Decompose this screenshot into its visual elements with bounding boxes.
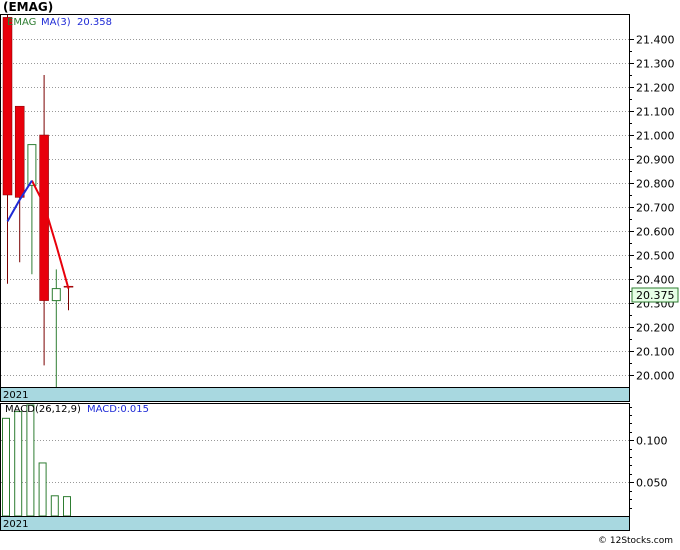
price-tick-label: 21.100 [636,106,675,119]
candle-body [2,17,13,196]
candle-body [27,144,37,186]
macd-bar [26,404,35,517]
macd-axis: 0.100 0.050 [629,407,668,509]
price-tick-label: 21.200 [636,82,675,95]
macd-panel-frame [0,403,630,531]
macd-date-label: 2021 [3,519,28,530]
price-date-label: 2021 [3,390,28,401]
last-price-label: 20.375 [636,289,675,302]
credit: © 12Stocks.com [598,536,673,546]
chart-title: (EMAG) [3,0,53,14]
price-tick-label: 20.900 [636,154,675,167]
macd-legend-value: MACD:0.015 [87,404,149,415]
price-tick-label: 20.000 [636,370,675,383]
price-tick-label: 20.400 [636,274,675,287]
macd-bar [14,411,23,517]
price-tick-label: 21.000 [636,130,675,143]
macd-bar [50,495,59,517]
price-tick-label: 21.300 [636,58,675,71]
legend-ma-label: MA(3) [41,17,71,28]
price-tick-label: 20.600 [636,226,675,239]
legend: EMAG MA(3) 20.358 [7,17,112,28]
price-date-band [0,387,630,402]
candle-body [14,105,25,198]
legend-symbol: EMAG [7,17,36,28]
price-tick-label: 20.800 [636,178,675,191]
legend-ma-value: 20.358 [77,17,112,28]
macd-bar [38,462,47,517]
price-axis: 21.400 21.300 21.200 21.100 21.000 20.900 20.8… [629,34,675,383]
price-tick-label: 20.700 [636,202,675,215]
macd-bar [63,496,71,517]
stock-chart: (EMAG) 21.400 21.300 21.200 21.100 21.000 20.… [0,0,679,546]
price-tick-label: 20.100 [636,346,675,359]
macd-tick-label: 0.050 [636,477,668,490]
price-tick-label: 20.500 [636,250,675,263]
candle-body [51,288,61,302]
macd-date-band [0,516,630,531]
macd-tick-label: 0.100 [636,435,668,448]
macd-bar [2,417,10,517]
price-tick-label: 21.400 [636,34,675,47]
macd-legend-label: MACD(26,12,9) [5,404,81,415]
price-tick-label: 20.200 [636,322,675,335]
